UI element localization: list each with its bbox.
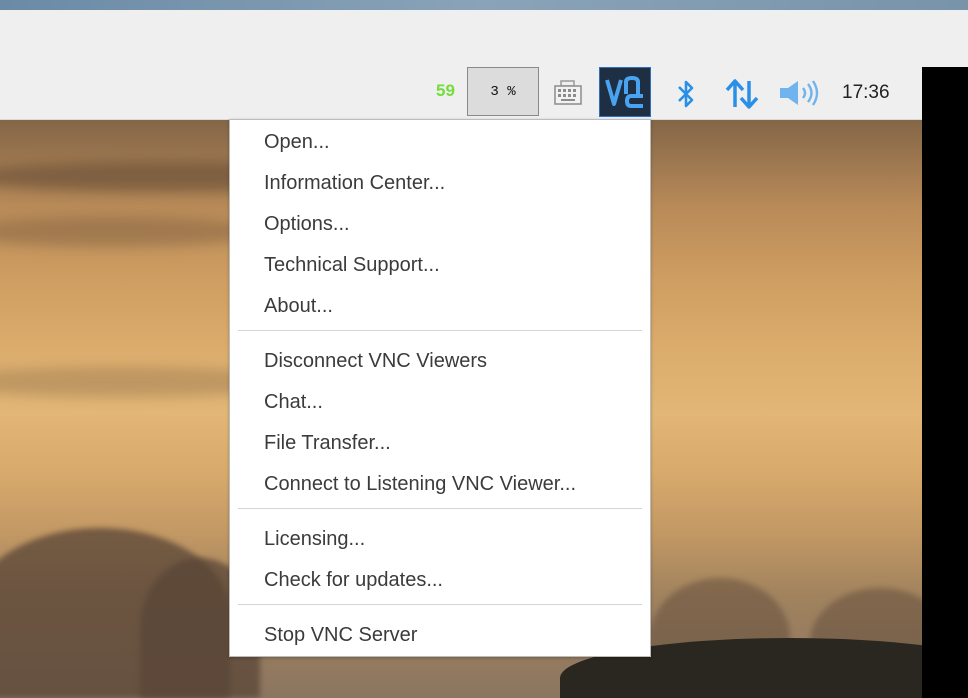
window-bar bbox=[0, 10, 968, 68]
vnc-context-menu: Open... Information Center... Options...… bbox=[229, 119, 651, 657]
menu-item-licensing[interactable]: Licensing... bbox=[264, 527, 365, 551]
cloud bbox=[0, 217, 260, 247]
menu-item-technical-support[interactable]: Technical Support... bbox=[264, 253, 440, 277]
network-icon[interactable] bbox=[724, 78, 760, 115]
clock[interactable]: 17:36 bbox=[842, 82, 890, 104]
menu-separator bbox=[238, 330, 642, 331]
keyboard-icon[interactable] bbox=[552, 80, 584, 111]
cpu-percent: 3 % bbox=[490, 83, 516, 100]
bluetooth-icon[interactable] bbox=[675, 79, 697, 114]
menu-item-information-center[interactable]: Information Center... bbox=[264, 171, 445, 195]
cpu-value: 59 bbox=[436, 81, 455, 100]
window-top-strip bbox=[0, 0, 968, 10]
menu-item-file-transfer[interactable]: File Transfer... bbox=[264, 431, 391, 455]
menu-item-check-for-updates[interactable]: Check for updates... bbox=[264, 568, 443, 592]
menu-item-options[interactable]: Options... bbox=[264, 212, 350, 236]
taskbar: 59 3 % 17:36 bbox=[0, 67, 922, 120]
menu-item-disconnect-vnc-viewers[interactable]: Disconnect VNC Viewers bbox=[264, 349, 487, 373]
menu-separator bbox=[238, 508, 642, 509]
vnc-icon[interactable] bbox=[599, 67, 651, 117]
screen-edge bbox=[922, 67, 968, 698]
volume-icon[interactable] bbox=[778, 79, 822, 112]
cpu-monitor[interactable]: 3 % bbox=[467, 67, 539, 116]
menu-separator bbox=[238, 604, 642, 605]
menu-item-open[interactable]: Open... bbox=[264, 130, 330, 154]
menu-item-chat[interactable]: Chat... bbox=[264, 390, 323, 414]
menu-item-connect-to-listening-viewer[interactable]: Connect to Listening VNC Viewer... bbox=[264, 472, 576, 496]
menu-item-stop-vnc-server[interactable]: Stop VNC Server bbox=[264, 623, 417, 647]
menu-item-about[interactable]: About... bbox=[264, 294, 333, 318]
